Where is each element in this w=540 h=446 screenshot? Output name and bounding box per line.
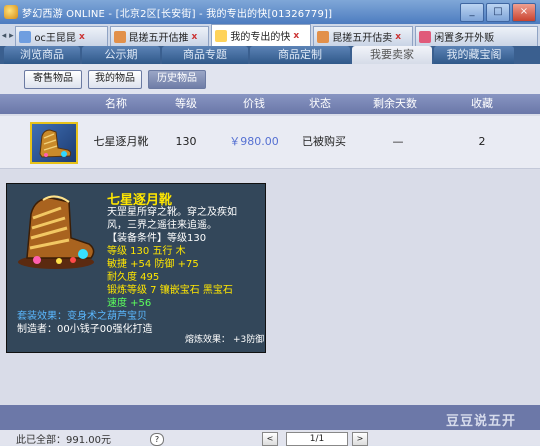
col-price[interactable]: 价钱: [226, 94, 282, 114]
my-items-button[interactable]: 我的物品: [88, 70, 142, 89]
browser-tab-label: oc王昆昆: [34, 33, 76, 44]
col-favorites[interactable]: 收藏: [454, 94, 510, 114]
help-icon[interactable]: ?: [150, 433, 164, 446]
tab-favicon-icon: [19, 30, 32, 43]
col-status[interactable]: 状态: [292, 94, 348, 114]
browser-tab-label: 我的专出的快: [230, 32, 291, 43]
tab-favicon-icon: [419, 30, 432, 43]
tab-favicon-icon: [215, 29, 228, 42]
tooltip-smelt-value: +3防御: [233, 335, 265, 345]
tooltip-requirement: 【装备条件】等级130: [107, 233, 207, 244]
tab-my-treasure[interactable]: 我的藏宝阁: [434, 46, 514, 64]
browser-tab-label: 昆搓五开估推: [128, 33, 189, 44]
col-days-left[interactable]: 剩余天数: [360, 94, 430, 114]
tooltip-desc-line: 天罡星所穿之靴。穿之及疾如: [107, 207, 237, 218]
item-level: 130: [175, 135, 197, 148]
browser-tab[interactable]: 昆搓五开估推 x: [109, 26, 210, 46]
tooltip-smelt-label: 熔炼效果：: [185, 335, 231, 345]
browser-tab-bar: ◂ ▸ oc王昆昆 x 昆搓五开估推 x 我的专出的快 x 昆搓五开估卖 x 闲…: [0, 24, 540, 46]
app-logo-icon: [4, 5, 18, 19]
tooltip-speed: 速度 +56: [107, 298, 152, 309]
tab-favicon-icon: [317, 30, 330, 43]
browser-tab-label: 昆搓五开估卖: [332, 33, 393, 44]
tab-browse-goods[interactable]: 浏览商品: [4, 46, 80, 64]
watermark-text: 豆豆说五开: [446, 414, 517, 429]
prev-page-button[interactable]: <: [262, 432, 278, 446]
item-favorites: 2: [478, 135, 486, 148]
browser-tab[interactable]: 昆搓五开估卖 x: [313, 26, 414, 46]
window-title: 梦幻西游 ONLINE - [北京2区[长安街] - 我的专出的快[013267…: [22, 8, 333, 20]
tooltip-durability: 耐久度 495: [107, 272, 160, 283]
table-row[interactable]: 七星逐月靴 130 ￥980.00 已被购买 — 2: [0, 116, 540, 169]
tab-close-icon[interactable]: x: [79, 32, 85, 42]
total-text: 此已全部：991.00元: [16, 435, 111, 446]
page-indicator: 1/1: [286, 432, 348, 446]
sub-tab-bar: 寄售物品 我的物品 历史物品: [0, 64, 540, 94]
tooltip-maker: 制造者：00小钱子00强化打造: [17, 324, 153, 335]
browser-tab[interactable]: 闲置多开外贩: [415, 26, 538, 46]
item-price: ￥980.00: [229, 135, 279, 148]
boots-large-icon: [18, 195, 95, 269]
page-content: 浏览商品 公示期 商品专题 商品定制 我要卖家 我的藏宝阁 寄售物品 我的物品 …: [0, 46, 540, 446]
item-tooltip: 七星逐月靴 天罡星所穿之靴。穿之及疾如 风，三界之遥往来追遥。 【装备条件】等级…: [6, 183, 266, 353]
close-button[interactable]: ×: [512, 3, 536, 22]
minimize-button[interactable]: _: [460, 3, 484, 22]
col-name[interactable]: 名称: [88, 94, 144, 114]
browser-tab[interactable]: oc王昆昆 x: [15, 26, 108, 46]
tab-public-period[interactable]: 公示期: [82, 46, 160, 64]
tab-favicon-icon: [113, 30, 126, 43]
next-page-button[interactable]: >: [352, 432, 368, 446]
tab-close-icon[interactable]: x: [192, 32, 198, 42]
tooltip-set-effect: 套装效果：变身术之葫芦宝贝: [17, 311, 147, 322]
item-name[interactable]: 七星逐月靴: [84, 116, 158, 168]
boots-icon[interactable]: [30, 122, 78, 164]
item-days-left: —: [392, 135, 404, 148]
maximize-button[interactable]: □: [486, 3, 510, 22]
item-status: 已被购买: [302, 135, 346, 148]
consign-items-button[interactable]: 寄售物品: [24, 70, 82, 89]
tooltip-forge-gem: 锻炼等级 7 镶嵌宝石 黑宝石: [107, 285, 233, 296]
browser-tab-label: 闲置多开外贩: [434, 33, 495, 44]
col-level[interactable]: 等级: [158, 94, 214, 114]
tooltip-level-element: 等级 130 五行 木: [107, 246, 186, 257]
tab-goods-topic[interactable]: 商品专题: [162, 46, 248, 64]
table-header: 名称 等级 价钱 状态 剩余天数 收藏: [0, 94, 540, 114]
tab-scroll-arrows[interactable]: ◂ ▸: [0, 26, 15, 46]
browser-tab-active[interactable]: 我的专出的快 x: [211, 24, 312, 46]
main-nav-tabs: 浏览商品 公示期 商品专题 商品定制 我要卖家 我的藏宝阁: [0, 46, 540, 64]
tooltip-desc-line: 风，三界之遥往来追遥。: [107, 220, 217, 231]
tab-close-icon[interactable]: x: [395, 32, 401, 42]
tooltip-agility-defense: 敏捷 +54 防御 +75: [107, 259, 199, 270]
pagination-bar: 此已全部：991.00元 ? < 1/1 >: [0, 430, 540, 446]
history-items-button[interactable]: 历史物品: [148, 70, 206, 89]
tab-close-icon[interactable]: x: [293, 31, 299, 41]
window-titlebar: 梦幻西游 ONLINE - [北京2区[长安街] - 我的专出的快[013267…: [0, 0, 540, 24]
tab-i-sell[interactable]: 我要卖家: [352, 46, 432, 64]
tab-goods-custom[interactable]: 商品定制: [250, 46, 350, 64]
